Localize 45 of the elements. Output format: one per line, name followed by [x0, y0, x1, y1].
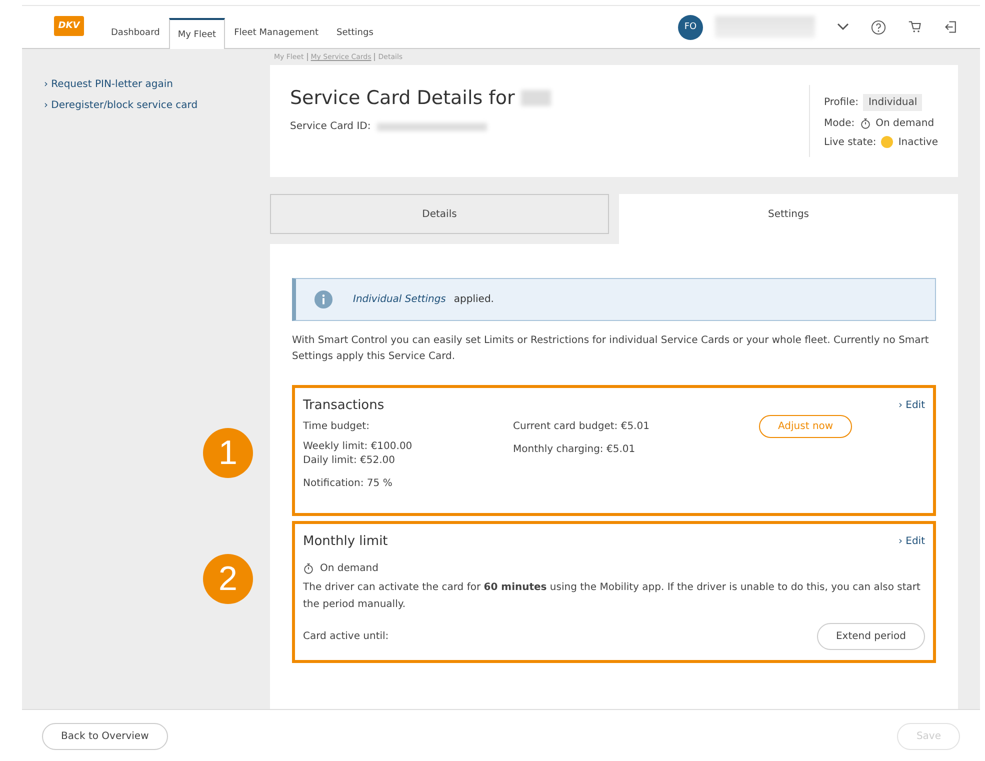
transaction-detail: Notification: 75 % — [303, 478, 394, 489]
intro-text: With Smart Control you can easily set Limits or Restrictions for individual Service Cards or your whole fleet. Currently no Smart Settings apply this Service Card. — [292, 334, 930, 364]
sidebar-link[interactable]: › Request PIN-letter again — [44, 79, 270, 90]
back-button[interactable]: Back to Overview — [42, 722, 168, 750]
mode-value: On demand — [876, 118, 934, 129]
info-icon — [314, 290, 333, 309]
nav-tab[interactable]: Fleet Management — [225, 18, 328, 47]
avatar[interactable]: FO — [678, 14, 703, 40]
individual-settings-link[interactable]: Individual Settings — [353, 294, 446, 305]
cart-icon[interactable] — [908, 20, 922, 34]
extend-period-button[interactable]: Extend period — [816, 623, 925, 650]
nav-tab[interactable]: Settings — [328, 18, 382, 47]
profile-value: Individual — [863, 94, 922, 111]
page-title: Service Card Details for — [290, 87, 515, 109]
nav-tab[interactable]: Dashboard — [102, 18, 169, 47]
transaction-detail: Time budget: — [303, 421, 370, 432]
chevron-down-icon[interactable] — [837, 23, 849, 31]
annotation-marker: 2 — [203, 554, 253, 604]
info-text: applied. — [454, 294, 494, 305]
transaction-detail: Weekly limit: €100.00 — [303, 441, 414, 452]
budget-detail: Current card budget: €5.01 — [513, 421, 650, 432]
live-state-label: Live state: — [824, 136, 876, 148]
section-title: Transactions — [303, 398, 384, 413]
logout-icon[interactable] — [944, 20, 958, 34]
section-title: Monthly limit — [303, 534, 388, 549]
help-icon[interactable] — [871, 20, 886, 34]
profile-label: Profile: — [824, 97, 858, 108]
tab[interactable]: Details — [270, 194, 609, 234]
mode-value: On demand — [320, 563, 378, 574]
edit-link[interactable]: › Edit — [898, 536, 925, 547]
tab[interactable]: Settings — [619, 194, 958, 244]
stopwatch-icon — [860, 118, 871, 129]
annotation-marker: 1 — [203, 428, 253, 478]
blurred-card-name — [520, 90, 551, 106]
card-active-label: Card active until: — [303, 631, 389, 642]
mode-label: Mode: — [824, 118, 855, 129]
card-id-label: Service Card ID: — [290, 121, 371, 132]
transaction-detail: Daily limit: €52.00 — [303, 455, 396, 466]
edit-link[interactable]: › Edit — [898, 400, 925, 411]
limit-description: The driver can activate the card for 60 minutes using the Mobility app. If the driver is unable to do this, you can also start the period manually. — [303, 581, 922, 612]
live-state-value: Inactive — [898, 136, 938, 148]
nav-tab[interactable]: My Fleet — [168, 18, 226, 49]
budget-detail: Monthly charging: €5.01 — [513, 444, 636, 455]
stopwatch-icon — [303, 563, 314, 574]
sidebar-link[interactable]: › Deregister/block service card — [44, 100, 270, 111]
